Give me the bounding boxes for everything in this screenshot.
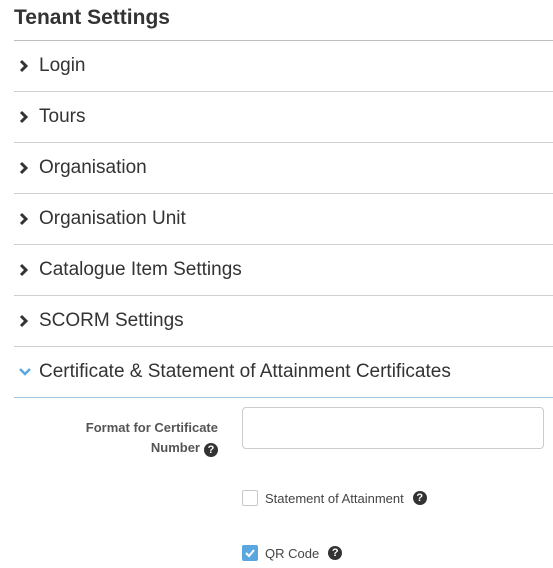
qr-code-checkbox[interactable] <box>242 545 258 561</box>
settings-accordion: Login Tours Organisation Organisation Un… <box>14 41 553 398</box>
chevron-right-icon <box>18 311 34 331</box>
chevron-down-icon <box>18 362 34 382</box>
qr-code-option: QR Code ? <box>242 545 343 561</box>
accordion-item-label: Organisation <box>39 157 147 178</box>
chevron-right-icon <box>18 56 34 76</box>
statement-of-attainment-option: Statement of Attainment ? <box>242 490 427 506</box>
accordion-item-tours[interactable]: Tours <box>14 92 553 143</box>
accordion-item-organisation[interactable]: Organisation <box>14 143 553 194</box>
certificate-settings-panel: Format for Certificate Number? Statement… <box>14 398 553 568</box>
accordion-item-catalogue-item-settings[interactable]: Catalogue Item Settings <box>14 245 553 296</box>
format-label-line1: Format for Certificate <box>85 420 218 435</box>
accordion-item-label: Catalogue Item Settings <box>39 259 242 280</box>
help-icon[interactable]: ? <box>412 491 427 505</box>
page-title: Tenant Settings <box>14 6 170 29</box>
accordion-item-login[interactable]: Login <box>14 41 553 92</box>
accordion-item-label: SCORM Settings <box>39 310 184 331</box>
checkmark-icon <box>245 549 255 558</box>
chevron-right-icon <box>18 107 34 127</box>
help-icon[interactable]: ? <box>204 443 218 457</box>
chevron-right-icon <box>18 209 34 229</box>
format-field-label: Format for Certificate Number? <box>48 418 218 458</box>
accordion-item-label: Organisation Unit <box>39 208 186 229</box>
statement-of-attainment-checkbox[interactable] <box>242 490 258 506</box>
chevron-right-icon <box>18 260 34 280</box>
accordion-item-label: Login <box>39 55 86 76</box>
help-icon[interactable]: ? <box>328 546 343 560</box>
statement-of-attainment-label: Statement of Attainment <box>265 490 404 506</box>
accordion-item-label: Certificate & Statement of Attainment Ce… <box>39 361 451 382</box>
qr-code-label: QR Code <box>265 545 320 561</box>
chevron-right-icon <box>18 158 34 178</box>
accordion-item-certificates[interactable]: Certificate & Statement of Attainment Ce… <box>14 347 553 398</box>
format-label-line2: Number <box>150 440 200 455</box>
accordion-item-scorm-settings[interactable]: SCORM Settings <box>14 296 553 347</box>
accordion-item-label: Tours <box>39 106 86 127</box>
certificate-number-format-input[interactable] <box>242 407 544 449</box>
accordion-item-organisation-unit[interactable]: Organisation Unit <box>14 194 553 245</box>
